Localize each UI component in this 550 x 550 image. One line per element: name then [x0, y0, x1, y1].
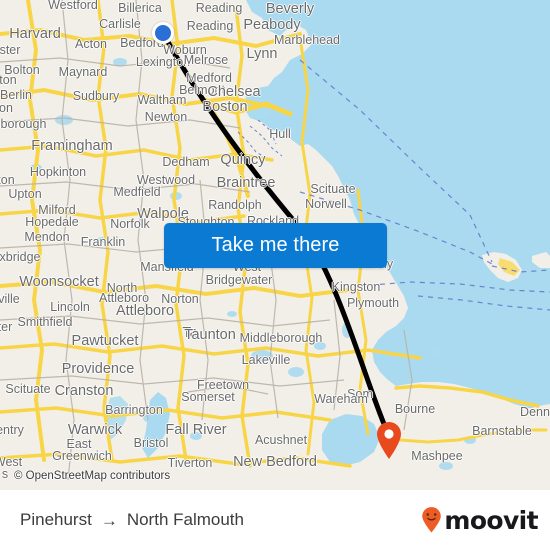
map-canvas[interactable]: Westford Billerica Reading Beverly Carlisle R…	[0, 0, 550, 490]
arrow-right-icon: →	[100, 510, 118, 530]
moovit-route-screen: Westford Billerica Reading Beverly Carlisle R…	[0, 0, 550, 550]
trip-origin: Pinehurst	[20, 510, 92, 529]
footer-bar: Pinehurst → North Falmouth moovit	[0, 490, 550, 550]
destination-marker[interactable]	[375, 420, 403, 460]
take-me-there-button[interactable]: Take me there	[164, 223, 387, 268]
moovit-wordmark: moovit	[444, 505, 538, 535]
map-attribution[interactable]: © OpenStreetMap contributors	[14, 470, 170, 482]
take-me-there-label: Take me there	[211, 234, 340, 256]
trip-destination: North Falmouth	[126, 510, 244, 529]
map-pin-icon	[377, 422, 401, 459]
moovit-pin-icon	[422, 507, 442, 533]
origin-marker[interactable]	[152, 22, 174, 44]
moovit-logo[interactable]: moovit	[421, 505, 539, 535]
trip-summary: Pinehurst → North Falmouth	[20, 510, 244, 530]
